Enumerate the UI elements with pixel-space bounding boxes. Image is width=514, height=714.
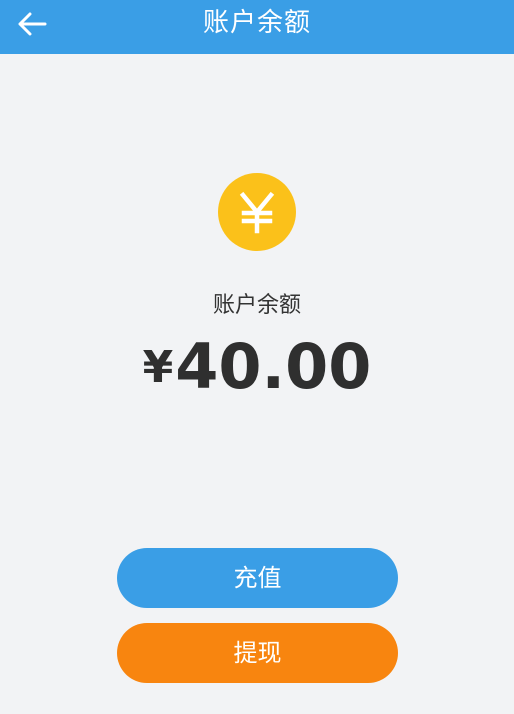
balance-label: 账户余额 <box>212 293 301 318</box>
page-title: 账户余额 <box>202 8 311 38</box>
top-bar: 账户余额 <box>0 0 514 54</box>
yuan-coin-icon <box>218 173 296 251</box>
balance-amount: ¥40.00 <box>0 332 514 403</box>
currency-symbol: ¥ <box>142 342 174 393</box>
balance-value: 40.00 <box>175 330 372 403</box>
withdraw-button[interactable]: 提现 <box>117 623 398 683</box>
recharge-button[interactable]: 充值 <box>117 548 398 608</box>
